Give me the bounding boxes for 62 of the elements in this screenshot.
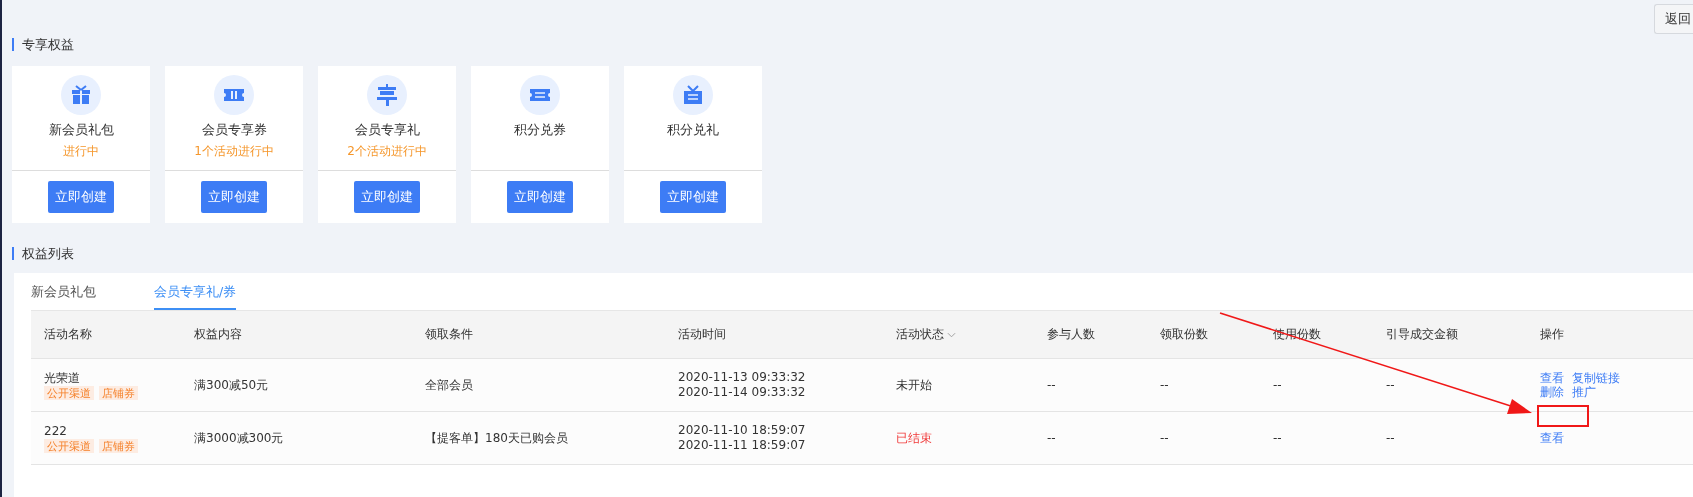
gift-exchange-icon <box>673 75 713 115</box>
create-button[interactable]: 立即创建 <box>48 181 114 213</box>
table-cell-text: -- <box>1385 430 1396 447</box>
action-link[interactable]: 查看 <box>1540 431 1564 445</box>
table-cell-text: -- <box>1046 430 1057 447</box>
card-status: 2个活动进行中 <box>347 143 427 160</box>
section-title: 权益列表 <box>12 247 1693 260</box>
action-link[interactable]: 复制链接 <box>1572 371 1620 385</box>
start-time: 2020-11-13 09:33:32 <box>678 370 806 385</box>
tag: 公开渠道 <box>44 438 94 453</box>
action-link[interactable]: 查看 <box>1540 371 1564 385</box>
start-time: 2020-11-10 18:59:07 <box>678 423 806 438</box>
tab[interactable]: 新会员礼包 <box>31 284 96 310</box>
activity-name: 光荣道 <box>44 370 81 386</box>
status-text: 未开始 <box>896 376 932 394</box>
create-button[interactable]: 立即创建 <box>507 181 573 213</box>
badge-icon <box>367 75 407 115</box>
action-link[interactable]: 推广 <box>1572 385 1596 399</box>
create-button[interactable]: 立即创建 <box>354 181 420 213</box>
back-button[interactable]: 返回 <box>1654 4 1693 34</box>
table-cell-text: -- <box>1159 430 1170 447</box>
table-cell-text: -- <box>1272 377 1283 394</box>
table-cell-text: -- <box>1159 377 1170 394</box>
tag: 店铺券 <box>99 385 138 400</box>
end-time: 2020-11-14 09:33:32 <box>678 385 806 400</box>
table-cell-text: 满300减50元 <box>193 376 270 394</box>
card-title: 新会员礼包 <box>48 122 114 139</box>
table-cell-text: 【提客单】180天已购会员 <box>424 429 569 447</box>
table-cell-text: 满3000减300元 <box>193 429 285 447</box>
tag: 公开渠道 <box>44 385 94 400</box>
column-header: 权益内容 <box>193 326 243 343</box>
column-header: 活动时间 <box>677 326 727 343</box>
card-title: 积分兑券 <box>514 122 566 139</box>
table-cell-text: -- <box>1046 377 1057 394</box>
column-header[interactable]: 活动状态 <box>896 326 944 343</box>
card-title: 会员专享礼 <box>354 122 420 139</box>
chevron-down-icon[interactable] <box>947 331 956 338</box>
tag: 店铺券 <box>99 438 138 453</box>
gift-icon <box>61 75 101 115</box>
card-status: 进行中 <box>63 143 99 160</box>
create-button[interactable]: 立即创建 <box>660 181 726 213</box>
section-title: 专享权益 <box>12 38 1693 51</box>
table-cell-text: 全部会员 <box>424 376 474 394</box>
end-time: 2020-11-11 18:59:07 <box>678 438 806 453</box>
card-title: 积分兑礼 <box>667 122 719 139</box>
card-status: 1个活动进行中 <box>194 143 274 160</box>
column-header: 领取份数 <box>1159 326 1209 343</box>
column-header: 领取条件 <box>424 326 474 343</box>
column-header: 操作 <box>1539 326 1565 343</box>
ticket-icon <box>214 75 254 115</box>
column-header: 引导成交金额 <box>1385 326 1459 343</box>
highlight-rectangle <box>1537 405 1589 427</box>
exchange-ticket-icon <box>520 75 560 115</box>
table-cell-text: -- <box>1272 430 1283 447</box>
activity-name: 222 <box>44 423 68 439</box>
create-button[interactable]: 立即创建 <box>201 181 267 213</box>
column-header: 活动名称 <box>43 326 93 343</box>
status-text: 已结束 <box>896 429 932 447</box>
action-link[interactable]: 删除 <box>1540 385 1564 399</box>
table-cell-text: -- <box>1385 377 1396 394</box>
card-title: 会员专享券 <box>201 122 267 139</box>
column-header: 参与人数 <box>1046 326 1096 343</box>
